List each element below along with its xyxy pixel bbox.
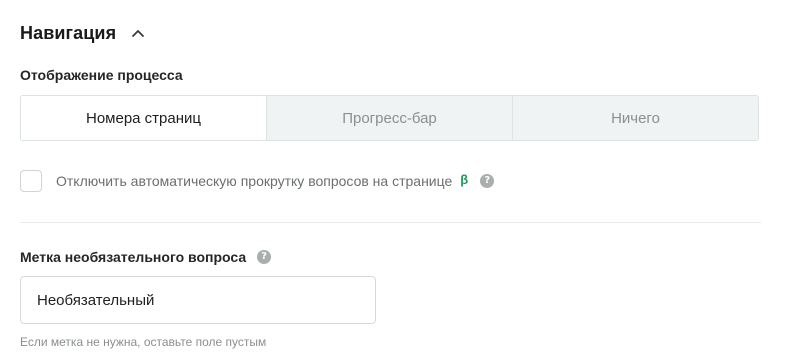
- autoscroll-label[interactable]: Отключить автоматическую прокрутку вопро…: [56, 173, 452, 189]
- optional-label-heading: Метка необязательного вопроса ?: [20, 248, 272, 266]
- optional-label-input[interactable]: [20, 276, 376, 324]
- optional-label-hint: Если метка не нужна, оставьте поле пусты…: [20, 335, 267, 349]
- segment-progress-bar[interactable]: Прогресс-бар: [266, 96, 512, 140]
- segment-none[interactable]: Ничего: [512, 96, 758, 140]
- section-title: Навигация: [20, 22, 117, 43]
- divider: [20, 222, 761, 223]
- navigation-section-header[interactable]: Навигация: [20, 20, 146, 46]
- question-circle-icon[interactable]: ?: [480, 174, 495, 188]
- autoscroll-checkbox[interactable]: [20, 170, 42, 192]
- chevron-up-icon[interactable]: [130, 25, 146, 41]
- segment-page-numbers[interactable]: Номера страниц: [21, 96, 266, 140]
- autoscroll-option: Отключить автоматическую прокрутку вопро…: [20, 169, 495, 193]
- beta-badge: β: [460, 171, 469, 187]
- optional-label-title: Метка необязательного вопроса: [20, 249, 247, 265]
- process-display-segmented-control: Номера страниц Прогресс-бар Ничего: [20, 95, 759, 141]
- question-circle-icon[interactable]: ?: [257, 250, 272, 264]
- process-display-label: Отображение процесса: [20, 67, 183, 83]
